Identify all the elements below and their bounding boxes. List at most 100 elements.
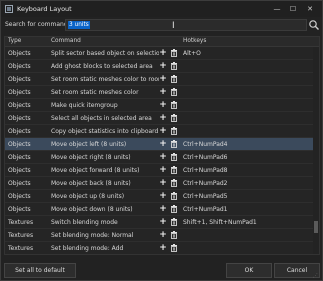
table-row[interactable]: Objects Move object forward (8 units) + Ctr… xyxy=(5,164,313,177)
plus-icon[interactable]: + xyxy=(159,231,167,240)
trash-icon[interactable] xyxy=(170,140,178,148)
window-title: Keyboard Layout xyxy=(17,5,72,13)
row-command: Move object back (8 units) xyxy=(51,180,131,187)
row-command: Move object down (8 units) xyxy=(51,206,133,213)
row-hotkeys: Shift+1, Shift+NumPad1 xyxy=(183,219,257,226)
table-row[interactable]: Objects Move object up (8 units) + Ctrl+Num… xyxy=(5,190,313,203)
plus-icon[interactable]: + xyxy=(159,192,167,201)
table-row[interactable]: Objects Make quick itemgroup + xyxy=(5,99,313,112)
row-command: Set room static meshes color xyxy=(51,89,139,96)
row-type: Objects xyxy=(8,154,31,161)
plus-icon[interactable]: + xyxy=(159,49,167,58)
plus-icon[interactable]: + xyxy=(159,127,167,136)
table-row[interactable]: Textures Switch blending mode + Shift+1, Sh… xyxy=(5,216,313,229)
row-type: Objects xyxy=(8,63,31,70)
plus-icon[interactable]: + xyxy=(159,62,167,71)
trash-icon[interactable] xyxy=(170,114,178,122)
trash-icon[interactable] xyxy=(170,49,178,57)
table-row[interactable]: Objects Move object back (8 units) + Ctrl+N… xyxy=(5,177,313,190)
row-type: Objects xyxy=(8,167,31,174)
table-row[interactable]: Textures Set blending mode: Add + xyxy=(5,242,313,254)
trash-icon[interactable] xyxy=(170,101,178,109)
search-icon[interactable] xyxy=(308,19,320,31)
trash-icon[interactable] xyxy=(170,166,178,174)
vertical-scrollbar[interactable] xyxy=(313,47,319,254)
row-command: Add ghost blocks to selected area xyxy=(51,63,153,70)
row-command: Move object up (8 units) xyxy=(51,193,125,200)
row-type: Textures xyxy=(8,245,34,252)
plus-icon[interactable]: + xyxy=(159,205,167,214)
plus-icon[interactable]: + xyxy=(159,75,167,84)
row-hotkeys: Ctrl+NumPad4 xyxy=(183,141,228,148)
plus-icon[interactable]: + xyxy=(159,166,167,175)
trash-icon[interactable] xyxy=(170,179,178,187)
row-command: Select all objects in selected area xyxy=(51,115,152,122)
table-row[interactable]: Objects Set room static meshes color + xyxy=(5,86,313,99)
row-command: Set room static meshes color to room xyxy=(51,76,159,83)
minimize-button[interactable]: — xyxy=(269,3,285,15)
trash-icon[interactable] xyxy=(170,192,178,200)
column-header-hotkeys[interactable]: Hotkeys xyxy=(183,38,206,44)
row-hotkeys: Ctrl+NumPad5 xyxy=(183,193,228,200)
row-hotkeys: Alt+O xyxy=(183,50,201,57)
trash-icon[interactable] xyxy=(170,205,178,213)
table-row[interactable]: Objects Split sector based object on sele… xyxy=(5,47,313,60)
trash-icon[interactable] xyxy=(170,62,178,70)
table-row[interactable]: Objects Move object right (8 units) + Ctrl+… xyxy=(5,151,313,164)
row-command: Make quick itemgroup xyxy=(51,102,118,109)
title-bar: Keyboard Layout — ☐ ✕ xyxy=(1,1,322,17)
search-input-value: 3 units xyxy=(68,21,90,29)
column-header-type[interactable]: Type xyxy=(8,38,21,44)
plus-icon[interactable]: + xyxy=(159,88,167,97)
maximize-button[interactable]: ☐ xyxy=(285,3,301,15)
table-header: Type Command Hotkeys xyxy=(5,37,319,47)
row-hotkeys: Ctrl+NumPad8 xyxy=(183,167,228,174)
plus-icon[interactable]: + xyxy=(159,140,167,149)
plus-icon[interactable]: + xyxy=(159,101,167,110)
trash-icon[interactable] xyxy=(170,88,178,96)
resize-grip-icon[interactable]: ⋰ xyxy=(313,273,319,279)
column-header-command[interactable]: Command xyxy=(51,38,81,44)
plus-icon[interactable]: + xyxy=(159,218,167,227)
keyboard-layout-window: Keyboard Layout — ☐ ✕ Search for command… xyxy=(0,0,323,281)
table-row[interactable]: Objects Copy object statistics into clipb… xyxy=(5,125,313,138)
trash-icon[interactable] xyxy=(170,244,178,252)
plus-icon[interactable]: + xyxy=(159,114,167,123)
search-row: Search for command: 3 units xyxy=(1,18,322,32)
trash-icon[interactable] xyxy=(170,218,178,226)
close-button[interactable]: ✕ xyxy=(302,3,318,15)
plus-icon[interactable]: + xyxy=(159,244,167,253)
table-row[interactable]: Objects Select all objects in selected ar… xyxy=(5,112,313,125)
trash-icon[interactable] xyxy=(170,153,178,161)
text-cursor-icon: I xyxy=(172,21,175,31)
row-type: Objects xyxy=(8,180,31,187)
row-command: Move object forward (8 units) xyxy=(51,167,140,174)
row-type: Objects xyxy=(8,206,31,213)
table-row[interactable]: Objects Add ghost blocks to selected area… xyxy=(5,60,313,73)
row-type: Objects xyxy=(8,141,31,148)
plus-icon[interactable]: + xyxy=(159,179,167,188)
trash-icon[interactable] xyxy=(170,127,178,135)
plus-icon[interactable]: + xyxy=(159,153,167,162)
table-row[interactable]: Objects Move object left (8 units) + Ctrl+N… xyxy=(5,138,313,151)
row-type: Textures xyxy=(8,219,34,226)
row-command: Split sector based object on selection xyxy=(51,50,159,57)
search-input[interactable]: 3 units xyxy=(65,19,307,31)
trash-icon[interactable] xyxy=(170,75,178,83)
scrollbar-thumb[interactable] xyxy=(314,221,318,233)
app-icon xyxy=(5,5,13,13)
search-label: Search for command: xyxy=(5,21,70,28)
table-row[interactable]: Objects Move object down (8 units) + Ctrl+N… xyxy=(5,203,313,216)
row-hotkeys: Ctrl+NumPad1 xyxy=(183,206,228,213)
row-hotkeys: Ctrl+NumPad6 xyxy=(183,154,228,161)
trash-icon[interactable] xyxy=(170,231,178,239)
row-command: Set blending mode: Add xyxy=(51,245,124,252)
table-row[interactable]: Objects Set room static meshes color to r… xyxy=(5,73,313,86)
ok-button[interactable]: OK xyxy=(226,263,272,278)
row-command: Move object left (8 units) xyxy=(51,141,127,148)
row-type: Objects xyxy=(8,50,31,57)
table-row[interactable]: Textures Set blending mode: Normal + xyxy=(5,229,313,242)
set-all-to-default-button[interactable]: Set all to default xyxy=(4,263,76,278)
row-type: Objects xyxy=(8,128,31,135)
row-type: Objects xyxy=(8,102,31,109)
